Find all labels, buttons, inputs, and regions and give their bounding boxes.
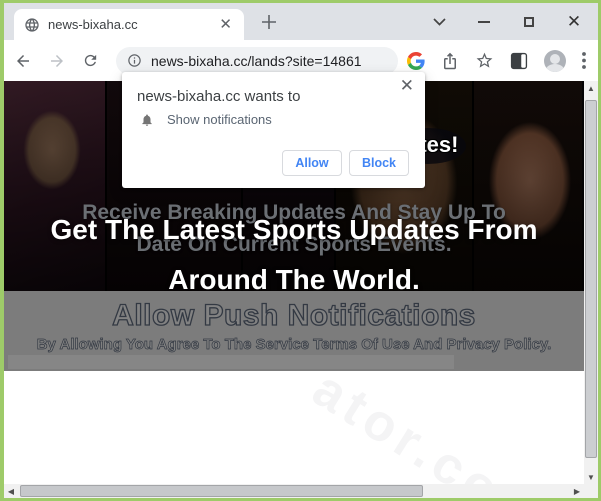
browser-window-frame: news-bixaha.cc ✕ ✕ <box>0 0 601 501</box>
back-button[interactable] <box>14 52 32 70</box>
window-controls: ✕ <box>432 3 581 40</box>
tab-strip: news-bixaha.cc ✕ ✕ <box>4 3 598 40</box>
page-info-icon[interactable] <box>127 53 142 68</box>
watermark-text: ator.com <box>302 359 558 484</box>
menu-dots-icon[interactable] <box>582 52 586 69</box>
horizontal-scrollbar[interactable]: ◀ ▶ <box>4 484 584 498</box>
allow-button[interactable]: Allow <box>282 150 342 176</box>
tab-close-icon[interactable]: ✕ <box>217 17 234 32</box>
omnibox-action-icons <box>407 51 494 70</box>
reload-button[interactable] <box>82 52 100 70</box>
dialog-close-icon[interactable]: ✕ <box>400 77 414 94</box>
band-title: Allow Push Notifications <box>4 291 584 333</box>
scroll-up-arrow-icon[interactable]: ▲ <box>584 81 598 95</box>
band-subtitle: By Allowing You Agree To The Service Ter… <box>4 333 584 353</box>
tab-title: news-bixaha.cc <box>48 17 217 32</box>
vertical-scroll-thumb[interactable] <box>585 100 597 458</box>
block-button[interactable]: Block <box>349 150 409 176</box>
bell-icon <box>140 113 154 127</box>
globe-favicon-icon <box>24 17 40 33</box>
maximize-button[interactable] <box>522 15 536 29</box>
gray-band: Allow Push Notifications By Allowing You… <box>4 291 584 371</box>
toolbar-right-cluster <box>510 50 588 72</box>
dialog-buttons: Allow Block <box>282 150 409 176</box>
window-menu-chevron-icon[interactable] <box>432 15 446 29</box>
scrollbar-corner <box>584 484 598 498</box>
side-panel-icon[interactable] <box>510 52 528 70</box>
scroll-right-arrow-icon[interactable]: ▶ <box>570 484 584 498</box>
url-text: news-bixaha.cc/lands?site=14861 <box>151 53 362 69</box>
bookmark-star-icon[interactable] <box>475 51 494 70</box>
forward-button[interactable] <box>48 52 66 70</box>
dialog-title: news-bixaha.cc wants to <box>137 88 300 105</box>
google-logo-icon[interactable] <box>407 52 425 70</box>
scroll-left-arrow-icon[interactable]: ◀ <box>4 484 18 498</box>
permission-row: Show notifications <box>140 112 272 127</box>
share-icon[interactable] <box>441 52 459 70</box>
permission-label: Show notifications <box>167 112 272 127</box>
band-highlight-strip <box>8 355 454 369</box>
main-headline: Get The Latest Sports Updates From Aroun… <box>4 205 584 305</box>
horizontal-scroll-thumb[interactable] <box>20 485 423 497</box>
vertical-scrollbar[interactable]: ▲ ▼ <box>584 81 598 484</box>
browser-tab[interactable]: news-bixaha.cc ✕ <box>14 9 244 40</box>
minimize-button[interactable] <box>477 15 491 29</box>
address-bar[interactable]: news-bixaha.cc/lands?site=14861 <box>116 47 398 75</box>
close-window-button[interactable]: ✕ <box>567 15 581 29</box>
notification-permission-dialog: ✕ news-bixaha.cc wants to Show notificat… <box>122 72 425 188</box>
scroll-down-arrow-icon[interactable]: ▼ <box>584 470 598 484</box>
profile-avatar[interactable] <box>544 50 566 72</box>
main-headline-line1: Get The Latest Sports Updates From <box>4 205 584 255</box>
new-tab-button[interactable] <box>257 10 281 34</box>
